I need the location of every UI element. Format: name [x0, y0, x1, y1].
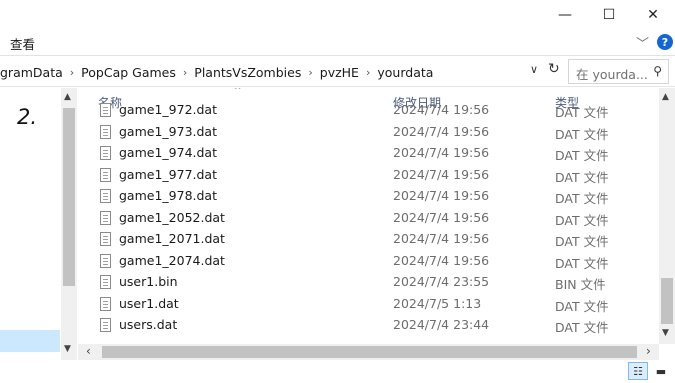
search-input[interactable]: 在 yourda... ⚲: [568, 59, 669, 84]
file-date: 2024/7/4 19:56: [393, 231, 490, 246]
file-name: game1_977.dat: [119, 166, 217, 182]
chevron-right-icon[interactable]: ›: [70, 66, 74, 79]
breadcrumb-item[interactable]: PlantsVsZombies: [194, 65, 301, 80]
file-name: game1_2074.dat: [119, 252, 225, 268]
tiles-view-icon[interactable]: ▬: [652, 363, 670, 379]
file-icon: [100, 124, 111, 139]
file-icon: [100, 253, 111, 268]
file-icon: [100, 275, 111, 289]
scroll-thumb[interactable]: [63, 108, 75, 286]
file-name: user1.dat: [119, 295, 179, 311]
file-icon: [100, 296, 111, 311]
file-icon: [100, 167, 111, 182]
horizontal-scrollbar[interactable]: ‹ ›: [78, 344, 659, 360]
table-row[interactable]: users.dat 2024/7/4 23:44 DAT 文件: [94, 315, 659, 336]
table-row[interactable]: game1_2074.dat 2024/7/4 19:56 DAT 文件: [94, 251, 659, 272]
scroll-up-icon[interactable]: ▲: [662, 92, 669, 102]
file-date: 2024/7/4 19:56: [393, 123, 490, 139]
file-type: BIN 文件: [555, 277, 606, 292]
address-history-icon[interactable]: ∨: [530, 63, 538, 76]
file-name: game1_974.dat: [119, 145, 217, 160]
file-type: DAT 文件: [555, 234, 609, 249]
address-bar[interactable]: gramData › PopCap Games › PlantsVsZombie…: [0, 57, 675, 87]
file-name: game1_973.dat: [119, 123, 217, 139]
breadcrumb: gramData › PopCap Games › PlantsVsZombie…: [0, 63, 433, 81]
search-icon[interactable]: ⚲: [653, 64, 662, 78]
table-row[interactable]: game1_2071.dat 2024/7/4 19:56 DAT 文件: [94, 229, 659, 250]
scroll-thumb[interactable]: [661, 278, 673, 324]
minimize-button[interactable]: —: [543, 0, 587, 30]
scroll-down-icon[interactable]: ▼: [662, 328, 669, 338]
file-icon: [100, 103, 111, 117]
file-type: DAT 文件: [555, 169, 609, 185]
file-date: 2024/7/4 23:55: [393, 274, 490, 289]
scroll-down-icon[interactable]: ▼: [64, 344, 71, 354]
table-row[interactable]: game1_2052.dat 2024/7/4 19:56 DAT 文件: [94, 208, 659, 229]
file-list[interactable]: ^ 名称 修改日期 类型 game1_972.dat2024/7/4 19:56…: [94, 88, 659, 344]
refresh-icon[interactable]: ↻: [548, 61, 560, 77]
file-type: DAT 文件: [555, 298, 609, 314]
status-bar: ☷ ▬: [0, 360, 675, 383]
file-icon: [100, 318, 111, 332]
details-view-icon[interactable]: ☷: [628, 362, 648, 380]
file-icon: [100, 210, 111, 225]
ribbon: 查看 ﹀ ?: [0, 30, 675, 56]
file-name: game1_972.dat: [119, 102, 217, 117]
file-date: 2024/7/5 1:13: [393, 295, 482, 311]
nav-vertical-scrollbar[interactable]: ▲ ▼: [61, 88, 77, 360]
file-date: 2024/7/4 19:56: [393, 102, 490, 117]
file-icon: [100, 189, 111, 203]
table-row[interactable]: user1.dat 2024/7/5 1:13 DAT 文件: [94, 294, 659, 315]
scroll-up-icon[interactable]: ▲: [64, 92, 71, 102]
breadcrumb-item[interactable]: yourdata: [377, 65, 433, 80]
file-date: 2024/7/4 19:56: [393, 188, 490, 203]
table-row[interactable]: user1.bin 2024/7/4 23:55 BIN 文件: [94, 272, 659, 293]
file-name: game1_978.dat: [119, 188, 217, 203]
file-date: 2024/7/4 19:56: [393, 252, 490, 268]
file-name: game1_2052.dat: [119, 209, 225, 225]
annotation-number: 2.: [17, 105, 38, 129]
file-type: DAT 文件: [555, 212, 609, 228]
sort-ascending-icon: ^: [234, 88, 242, 96]
nav-selected-item[interactable]: [0, 330, 60, 352]
file-type: DAT 文件: [555, 126, 609, 142]
file-date: 2024/7/4 19:56: [393, 166, 490, 182]
file-name: user1.bin: [119, 274, 178, 289]
title-bar: — ☐ ✕: [0, 0, 675, 30]
breadcrumb-item[interactable]: gramData: [0, 65, 63, 80]
scroll-right-icon[interactable]: ›: [646, 344, 651, 358]
table-row[interactable]: game1_972.dat 2024/7/4 19:56 DAT 文件: [94, 100, 659, 121]
maximize-button[interactable]: ☐: [587, 0, 631, 30]
table-row[interactable]: game1_973.dat 2024/7/4 19:56 DAT 文件: [94, 122, 659, 143]
file-name: game1_2071.dat: [119, 231, 225, 246]
file-type: DAT 文件: [555, 148, 609, 163]
file-type: DAT 文件: [555, 191, 609, 206]
chevron-right-icon[interactable]: ›: [366, 66, 370, 79]
file-icon: [100, 232, 111, 246]
file-type: DAT 文件: [555, 320, 609, 335]
scroll-thumb[interactable]: [102, 346, 637, 358]
breadcrumb-item[interactable]: pvzHE: [320, 65, 359, 80]
file-type: DAT 文件: [555, 255, 609, 271]
file-type: DAT 文件: [555, 105, 609, 120]
close-button[interactable]: ✕: [631, 0, 675, 30]
table-row[interactable]: game1_977.dat 2024/7/4 19:56 DAT 文件: [94, 165, 659, 186]
file-date: 2024/7/4 19:56: [393, 209, 490, 225]
chevron-right-icon[interactable]: ›: [308, 66, 312, 79]
file-icon: [100, 146, 111, 160]
scroll-left-icon[interactable]: ‹: [86, 344, 91, 358]
file-vertical-scrollbar[interactable]: ▲ ▼: [659, 88, 675, 344]
chevron-right-icon[interactable]: ›: [183, 66, 187, 79]
file-name: users.dat: [119, 317, 178, 332]
table-row[interactable]: game1_974.dat 2024/7/4 19:56 DAT 文件: [94, 143, 659, 164]
ribbon-collapse-icon[interactable]: ﹀: [636, 33, 649, 52]
help-icon[interactable]: ?: [657, 34, 673, 50]
file-date: 2024/7/4 23:44: [393, 317, 490, 332]
breadcrumb-item[interactable]: PopCap Games: [81, 65, 176, 80]
tab-view[interactable]: 查看: [10, 34, 35, 53]
file-date: 2024/7/4 19:56: [393, 145, 490, 160]
table-row[interactable]: game1_978.dat 2024/7/4 19:56 DAT 文件: [94, 186, 659, 207]
search-placeholder: 在 yourda...: [576, 67, 648, 82]
